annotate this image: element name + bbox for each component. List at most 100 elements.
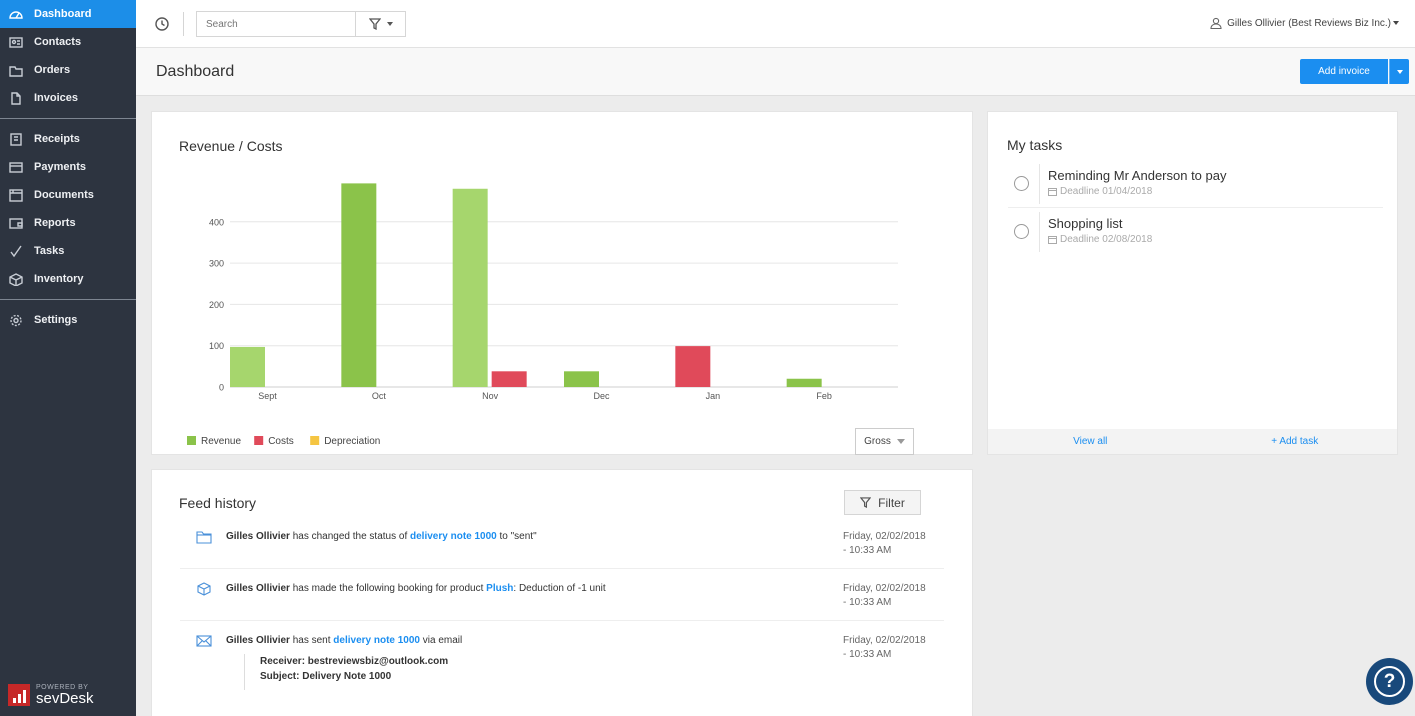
gross-select[interactable]: Gross (855, 428, 914, 455)
feed-date: Friday, 02/02/2018 - 10:33 AM (843, 634, 926, 662)
nav-label: Reports (34, 217, 76, 229)
email-subject: Subject: Delivery Note 1000 (260, 671, 392, 682)
legend-label: Revenue (201, 436, 241, 447)
feed-date: Friday, 02/02/2018 - 10:33 AM (843, 530, 926, 558)
nav-label: Receipts (34, 133, 80, 145)
question-icon: ? (1374, 666, 1405, 697)
chart-bar-costs (675, 346, 711, 387)
help-button[interactable]: ? (1366, 658, 1413, 705)
feed-link[interactable]: delivery note 1000 (410, 531, 497, 542)
task-divider (1039, 164, 1040, 204)
filter-icon (368, 18, 381, 30)
feed-user[interactable]: Gilles Ollivier (226, 635, 290, 646)
nav-invoices[interactable]: Invoices (0, 84, 136, 112)
task-deadline: Deadline 02/08/2018 (1048, 234, 1152, 245)
feed-date-time: - 10:33 AM (843, 597, 892, 608)
feed-filter-button[interactable]: Filter (844, 490, 921, 515)
nav-tasks[interactable]: Tasks (0, 237, 136, 265)
search-filter-button[interactable] (355, 11, 406, 37)
feed-date: Friday, 02/02/2018 - 10:33 AM (843, 582, 926, 610)
feed-text: Gilles Ollivier has changed the status o… (226, 531, 537, 542)
feed-text-pre: has made the following booking for produ… (289, 583, 487, 594)
nav-divider (0, 299, 136, 300)
nav-label: Dashboard (34, 8, 92, 20)
nav-label: Inventory (34, 273, 84, 285)
nav-documents[interactable]: Documents (0, 181, 136, 209)
email-receiver: Receiver: bestreviewsbiz@outlook.com (260, 656, 449, 667)
feed-item: Gilles Ollivier has changed the status o… (180, 530, 944, 569)
nav-label: Payments (34, 161, 86, 173)
revenue-costs-card: Revenue / Costs 0 100 200 300 400 Sept Oct Nov D… (151, 111, 973, 455)
search-input[interactable] (196, 11, 356, 37)
nav-settings[interactable]: Settings (0, 306, 136, 334)
my-tasks-card: My tasks Reminding Mr Anderson to pay De… (987, 111, 1398, 455)
contacts-icon (8, 35, 23, 49)
history-icon[interactable] (154, 16, 170, 32)
feed-link[interactable]: delivery note 1000 (333, 635, 420, 646)
x-tick-label: Oct (372, 391, 387, 401)
nav-label: Orders (34, 64, 71, 76)
task-checkbox[interactable] (1014, 176, 1029, 191)
card-title: My tasks (1007, 137, 1063, 153)
view-all-link[interactable]: View all (988, 429, 1193, 454)
legend-label: Depreciation (324, 436, 380, 447)
nav-label: Contacts (34, 36, 82, 48)
document-icon (8, 91, 23, 105)
filter-icon (860, 497, 872, 508)
nav-orders[interactable]: Orders (0, 56, 136, 84)
chart-bar-costs (491, 371, 527, 387)
y-tick-label: 300 (209, 259, 224, 269)
card-icon (8, 160, 23, 174)
nav-label: Documents (34, 189, 94, 201)
feed-link[interactable]: Plush (486, 583, 513, 594)
feed-text-post: via email (420, 635, 463, 646)
nav-label: Tasks (34, 245, 65, 257)
nav-inventory[interactable]: Inventory (0, 265, 136, 293)
nav-dashboard[interactable]: Dashboard (0, 0, 136, 28)
task-deadline: Deadline 01/04/2018 (1048, 186, 1152, 197)
y-tick-label: 200 (209, 300, 224, 310)
nav-reports[interactable]: Reports (0, 209, 136, 237)
feed-user[interactable]: Gilles Ollivier (226, 583, 290, 594)
revenue-chart: 0 100 200 300 400 Sept Oct Nov Dec Jan Feb Revenue C… (187, 183, 898, 447)
archive-icon (8, 188, 23, 202)
calendar-icon (1048, 188, 1057, 196)
powered-by-logo: POWERED BY sevDesk (8, 684, 94, 706)
feed-date-day: Friday, 02/02/2018 (843, 635, 926, 646)
x-tick-label: Jan (706, 391, 721, 401)
add-invoice-dropdown[interactable] (1389, 59, 1409, 84)
gross-select-value: Gross (864, 436, 891, 447)
chart-bar-revenue (341, 183, 377, 387)
feed-date-time: - 10:33 AM (843, 545, 892, 556)
nav-divider (0, 118, 136, 119)
task-item[interactable]: Reminding Mr Anderson to pay Deadline 01… (1008, 164, 1383, 208)
feed-user[interactable]: Gilles Ollivier (226, 531, 290, 542)
task-name: Reminding Mr Anderson to pay (1048, 168, 1227, 183)
user-menu[interactable]: Gilles Ollivier (Best Reviews Biz Inc.) (1210, 17, 1399, 29)
x-tick-label: Dec (593, 391, 610, 401)
nav-payments[interactable]: Payments (0, 153, 136, 181)
y-tick-label: 100 (209, 341, 224, 351)
nav-receipts[interactable]: Receipts (0, 125, 136, 153)
add-invoice-button[interactable]: Add invoice (1300, 59, 1388, 84)
nav-contacts[interactable]: Contacts (0, 28, 136, 56)
card-title: Feed history (179, 495, 257, 511)
feed-text-pre: has changed the status of (289, 531, 411, 542)
add-task-link[interactable]: + Add task (1193, 429, 1398, 454)
sevdesk-logo-icon (8, 684, 30, 706)
caret-down-icon (896, 439, 905, 444)
top-bar: Gilles Ollivier (Best Reviews Biz Inc.) (136, 0, 1415, 48)
legend-swatch (254, 436, 264, 445)
topbar-divider (183, 12, 184, 36)
feed-date-day: Friday, 02/02/2018 (843, 531, 926, 542)
chart-bar-revenue (230, 346, 265, 387)
task-checkbox[interactable] (1014, 224, 1029, 239)
task-item[interactable]: Shopping list Deadline 02/08/2018 (1008, 212, 1383, 256)
nav-label: Settings (34, 314, 78, 326)
nav-label: Invoices (34, 92, 79, 104)
legend-swatch (187, 436, 196, 445)
folder-icon (196, 531, 212, 544)
feed-text-post: to "sent" (496, 531, 537, 542)
wallet-icon (8, 216, 23, 230)
folder-icon (8, 63, 23, 77)
